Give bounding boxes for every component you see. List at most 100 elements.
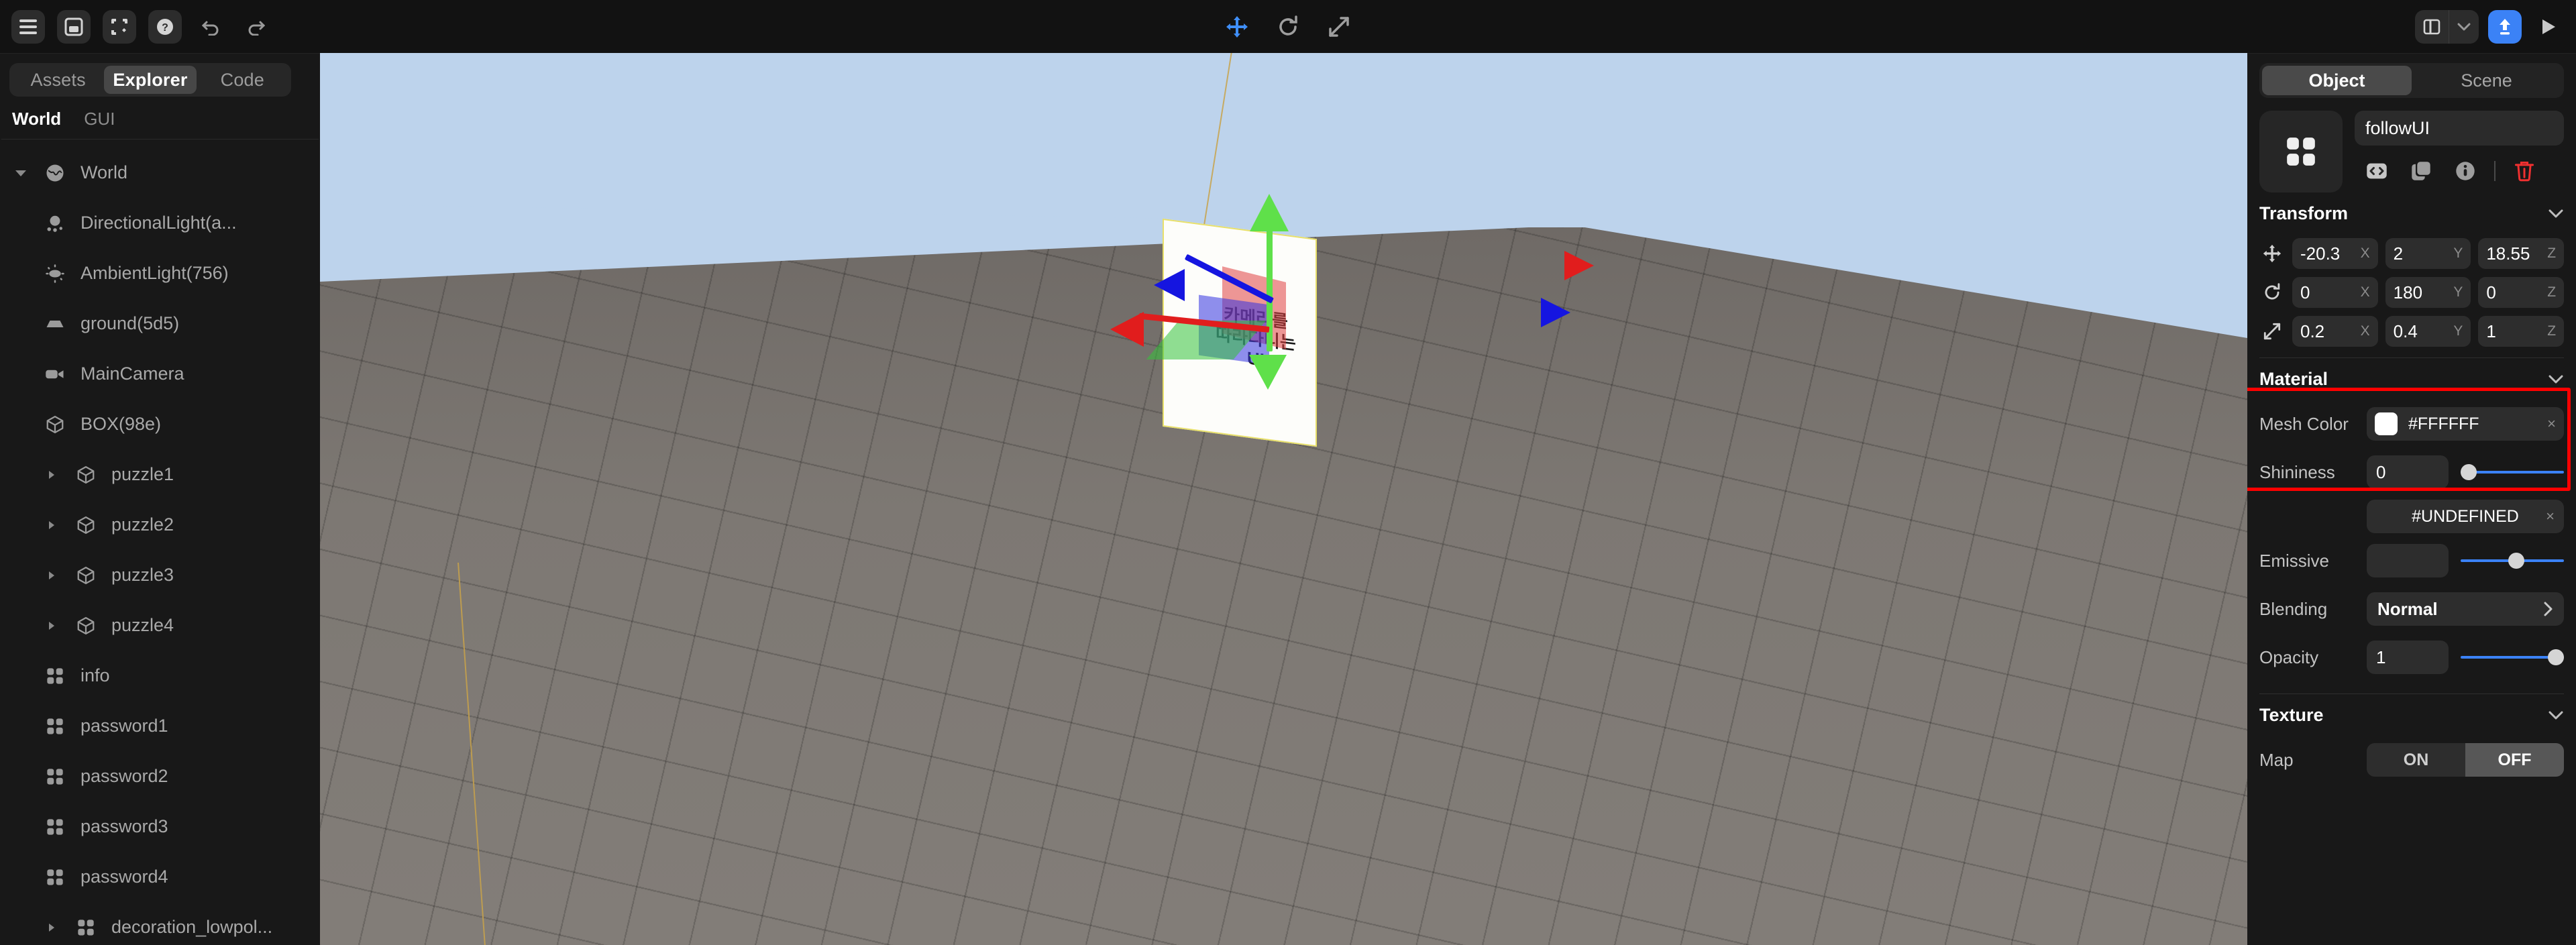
tree-item-puzzle3[interactable]: puzzle3 <box>0 550 320 600</box>
duplicate-icon[interactable] <box>2399 155 2443 187</box>
tree-item-maincamera[interactable]: MainCamera <box>0 349 320 399</box>
object-type-icon[interactable] <box>2259 111 2343 192</box>
panel-icon[interactable] <box>57 9 91 44</box>
transform-section-header[interactable]: Transform <box>2259 192 2564 234</box>
mesh-color-clear-icon[interactable]: × <box>2547 415 2556 433</box>
chevron-down-icon[interactable] <box>5 169 36 177</box>
mesh-color-hex: #FFFFFF <box>2408 414 2479 433</box>
emissive-clear-icon[interactable]: × <box>2546 508 2555 525</box>
tree-item-puzzle2[interactable]: puzzle2 <box>0 500 320 550</box>
menu-icon[interactable] <box>11 9 45 44</box>
toolbar-left-group: ? <box>0 9 273 44</box>
scale-z-value: 1 <box>2486 321 2496 341</box>
chevron-right-icon[interactable] <box>36 520 67 531</box>
rotation-x-input[interactable]: 0 X <box>2292 277 2378 308</box>
rotation-z-input[interactable]: 0 Z <box>2478 277 2565 308</box>
tree-item-password2[interactable]: password2 <box>0 751 320 801</box>
layout-icon[interactable] <box>2415 10 2449 44</box>
opacity-slider-knob[interactable] <box>2548 649 2564 665</box>
play-icon[interactable] <box>2531 10 2565 44</box>
texture-section-header[interactable]: Texture <box>2259 694 2564 736</box>
redo-icon[interactable] <box>239 10 273 44</box>
code-icon[interactable] <box>2355 155 2399 187</box>
tree-item-password1[interactable]: password1 <box>0 701 320 751</box>
position-x-input[interactable]: -20.3 X <box>2292 238 2378 269</box>
mesh-color-row: Mesh Color #FFFFFF × <box>2259 400 2564 448</box>
tab-code[interactable]: Code <box>197 66 288 94</box>
chevron-right-icon[interactable] <box>36 922 67 933</box>
tree-item-password4[interactable]: password4 <box>0 852 320 902</box>
position-x-value: -20.3 <box>2300 243 2341 264</box>
chevron-right-icon[interactable] <box>36 469 67 480</box>
tree-item-puzzle4[interactable]: puzzle4 <box>0 600 320 651</box>
scale-x-input[interactable]: 0.2 X <box>2292 316 2378 347</box>
shininess-slider[interactable] <box>2461 463 2564 482</box>
chevron-right-icon[interactable] <box>2542 601 2553 617</box>
tree-item-directionallight-a[interactable]: DirectionalLight(a... <box>0 198 320 248</box>
tab-assets[interactable]: Assets <box>12 66 104 94</box>
tree-item-puzzle1[interactable]: puzzle1 <box>0 449 320 500</box>
tree-item-password3[interactable]: password3 <box>0 801 320 852</box>
emissive-hex-field[interactable]: #UNDEFINED × <box>2367 500 2564 533</box>
rotate-icon <box>2259 283 2285 302</box>
position-z-axis-label: Z <box>2547 245 2557 261</box>
rotation-y-input[interactable]: 180 Y <box>2385 277 2471 308</box>
opacity-slider[interactable] <box>2461 648 2564 667</box>
tree-item-decoration-lowpol[interactable]: decoration_lowpol... <box>0 902 320 945</box>
scale-gizmo-icon[interactable] <box>1322 10 1356 44</box>
sidebar-subtabs: World GUI <box>1 97 319 140</box>
opacity-input[interactable]: 1 <box>2367 641 2449 674</box>
tree-item-ambientlight-756[interactable]: AmbientLight(756) <box>0 248 320 298</box>
info-icon[interactable] <box>2443 155 2487 187</box>
gizmo-handle-neg-z[interactable] <box>1541 298 1570 327</box>
expand-icon[interactable] <box>103 9 136 44</box>
move-gizmo-icon[interactable] <box>1220 10 1254 44</box>
sidebar-tabs: Assets Explorer Code <box>9 63 291 97</box>
rotate-gizmo-icon[interactable] <box>1271 10 1305 44</box>
delete-icon[interactable] <box>2502 155 2546 187</box>
group-icon <box>36 818 74 836</box>
mesh-color-field[interactable]: #FFFFFF × <box>2367 407 2564 441</box>
map-on-option[interactable]: ON <box>2367 743 2465 777</box>
tree-item-ground-5d5[interactable]: ground(5d5) <box>0 298 320 349</box>
position-z-input[interactable]: 18.55 Z <box>2478 238 2565 269</box>
position-y-input[interactable]: 2 Y <box>2385 238 2471 269</box>
scale-z-input[interactable]: 1 Z <box>2478 316 2565 347</box>
chevron-right-icon[interactable] <box>36 620 67 631</box>
mesh-color-swatch[interactable] <box>2375 412 2398 435</box>
chevron-right-icon[interactable] <box>36 570 67 581</box>
opacity-row: Opacity 1 <box>2259 633 2564 681</box>
chevron-down-icon[interactable] <box>2548 208 2564 219</box>
subtab-gui[interactable]: GUI <box>84 109 115 129</box>
tab-object[interactable]: Object <box>2262 66 2412 95</box>
scale-y-input[interactable]: 0.4 Y <box>2385 316 2471 347</box>
object-name-input[interactable]: followUI <box>2355 111 2564 146</box>
gizmo-handle-neg-x[interactable] <box>1564 251 1594 280</box>
emissive-slider[interactable] <box>2461 551 2564 570</box>
chevron-down-icon[interactable] <box>2449 10 2479 44</box>
chevron-down-icon[interactable] <box>2548 374 2564 384</box>
emissive-swatch[interactable] <box>2367 544 2449 577</box>
map-control: ON OFF <box>2367 743 2564 777</box>
blending-select[interactable]: Normal <box>2367 592 2564 626</box>
blending-value: Normal <box>2377 598 2438 619</box>
material-section-header[interactable]: Material <box>2259 358 2564 400</box>
shininess-slider-knob[interactable] <box>2461 464 2477 480</box>
tab-scene[interactable]: Scene <box>2412 66 2561 95</box>
gizmo-handle-neg-y[interactable] <box>1249 355 1287 390</box>
tree-item-box-98e[interactable]: BOX(98e) <box>0 399 320 449</box>
map-off-option[interactable]: OFF <box>2465 743 2564 777</box>
3d-viewport[interactable]: 카메라를따라다니는UI <box>320 53 2247 945</box>
tab-explorer[interactable]: Explorer <box>104 66 197 94</box>
help-icon[interactable]: ? <box>148 9 182 44</box>
chevron-down-icon[interactable] <box>2548 710 2564 720</box>
map-label: Map <box>2259 749 2294 770</box>
emissive-slider-knob[interactable] <box>2508 553 2524 569</box>
subtab-world[interactable]: World <box>12 109 61 129</box>
publish-icon[interactable] <box>2488 9 2522 44</box>
rotation-y-value: 180 <box>2393 282 2423 302</box>
shininess-input[interactable]: 0 <box>2367 455 2449 489</box>
undo-icon[interactable] <box>194 10 227 44</box>
tree-item-info[interactable]: info <box>0 651 320 701</box>
tree-item-world[interactable]: World <box>0 148 320 198</box>
